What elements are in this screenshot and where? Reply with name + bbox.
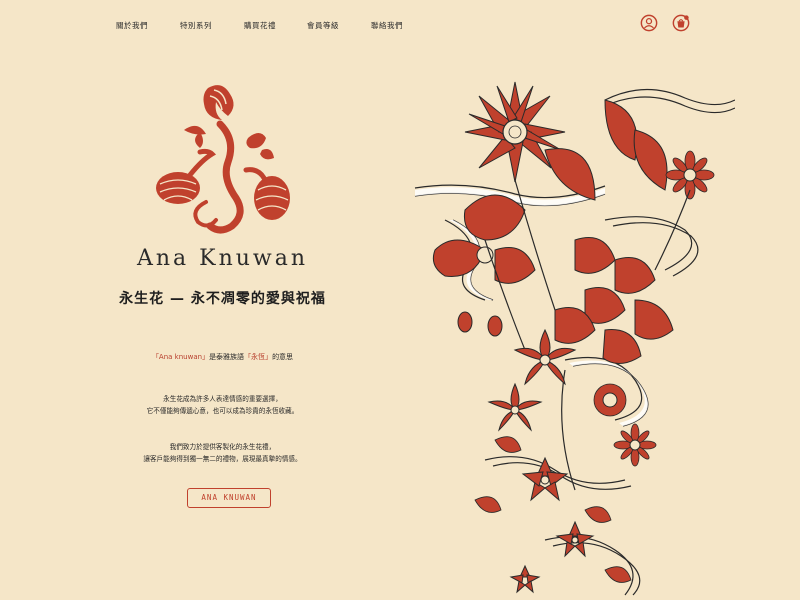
intro-paragraph-2: 我們致力於提供客製化的永生花禮， 讓客戶能夠得到獨一無二的禮物，展現最真摯的情感… [0,441,445,465]
intro-p1-line1: 永生花成為許多人表達情感的重要選擇， [163,395,282,403]
name-meaning: 「Ana knuwan」是泰雅族語「永恆」的意思 [0,352,445,362]
user-icon[interactable] [640,14,658,32]
nav-buy-flowers[interactable]: 購買花禮 [244,20,276,31]
nav-membership[interactable]: 會員等級 [307,20,339,31]
meaning-highlight: 「永恆」 [244,353,273,361]
intro-p2-line2: 讓客戶能夠得到獨一無二的禮物，展現最真摯的情感。 [143,455,302,463]
hero-tagline: 永生花 — 永不凋零的愛與祝福 [119,291,326,307]
nav-special-series[interactable]: 特別系列 [180,20,212,31]
intro-p1-line2: 它不僅能夠傳遞心意，也可以成為珍貴的永恆收藏。 [146,407,299,415]
floral-illustration [414,81,735,596]
nav-about[interactable]: 關於我們 [116,20,148,31]
meaning-mid: 是泰雅族語 [209,353,245,361]
top-nav: 關於我們 特別系列 購買花禮 會員等級 聯絡我們 [0,0,800,48]
brand-name: Ana Knuwan [136,246,309,271]
meaning-suffix: 的意思 [272,353,294,361]
brand-logo [156,85,290,234]
shopping-bag-icon[interactable] [672,14,690,32]
intro-p2-line1: 我們致力於提供客製化的永生花禮， [169,443,276,451]
nav-contact[interactable]: 聯絡我們 [371,20,403,31]
hero-section: Ana Knuwan 永生花 — 永不凋零的愛與祝福 「Ana knuwan」是… [0,48,445,600]
intro-paragraph-1: 永生花成為許多人表達情感的重要選擇， 它不僅能夠傳遞心意，也可以成為珍貴的永恆收… [0,393,445,417]
cta-button[interactable]: ANA KNUWAN [187,488,271,508]
meaning-prefix: 「Ana knuwan」 [151,353,210,361]
